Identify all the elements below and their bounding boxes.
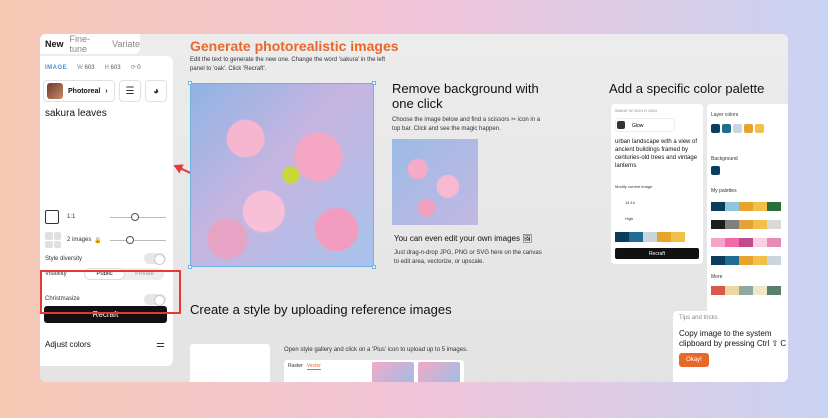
color-swatch[interactable] — [643, 232, 657, 242]
adjust-colors-label[interactable]: Adjust colors — [45, 340, 91, 349]
adjust-sliders-icon[interactable]: ⚌ — [156, 339, 165, 350]
edit-own-images-description: Just drag-n-drop JPG, PNG or SVG here on… — [394, 250, 542, 265]
color-swatch[interactable] — [657, 232, 671, 242]
aspect-ratio-label: 1:1 — [67, 214, 76, 220]
aspect-ratio-slider-knob[interactable] — [131, 213, 139, 221]
aspect-ratio-row[interactable]: 1:1 — [45, 210, 75, 224]
mini-meta: IMAGE W 1024 H 1024 — [615, 108, 657, 113]
more-palettes-label[interactable]: More — [711, 274, 722, 280]
tips-okay-button[interactable]: Okay! — [679, 353, 709, 367]
generated-image-sakura[interactable] — [188, 81, 376, 269]
palette-icon: ◕ — [152, 85, 160, 97]
image-count-label: 2 images — [67, 237, 92, 243]
my-palettes-label: My palettes — [711, 188, 737, 194]
tab-new[interactable]: New — [45, 39, 64, 49]
image-count-row[interactable]: 2 images 🔒 — [45, 232, 102, 248]
style-thumbnail — [47, 83, 63, 99]
height-value: 603 — [110, 64, 121, 71]
gallery-tab-vector[interactable]: Vector — [306, 363, 321, 370]
color-palette-panel: Layer colors Background My palettes More — [707, 104, 788, 314]
remove-bg-description: Choose the image below and find a scisso… — [392, 117, 541, 132]
mini-recraft-button[interactable]: Recraft — [615, 248, 699, 259]
background-swatch-row[interactable] — [711, 166, 720, 175]
color-swatch[interactable] — [722, 124, 731, 133]
tips-body: Copy image to the system clipboard by pr… — [679, 329, 787, 348]
width-field[interactable]: W 603 — [77, 65, 94, 71]
style-selector-button[interactable]: Photoreal › — [43, 80, 115, 102]
style-description: Open style gallery and click on a 'Plus'… — [284, 347, 468, 353]
grid-icon — [45, 232, 61, 248]
image-count-slider-knob[interactable] — [126, 236, 134, 244]
seed-field[interactable]: ⟳ 0 — [131, 64, 141, 71]
generate-description: Edit the text to generate the new one. C… — [190, 57, 386, 72]
sliders-icon: ☰ — [125, 85, 135, 97]
mode-tabs: New Fine-tune Variate — [40, 34, 140, 54]
mini-ratio-label: 14:10 — [625, 200, 636, 205]
color-swatch[interactable] — [755, 124, 764, 133]
lock-icon: 🔒 — [94, 237, 102, 244]
image-upload-icon: 🖼 — [522, 234, 533, 243]
background-swatch[interactable] — [711, 166, 720, 175]
resize-handle[interactable] — [372, 265, 376, 269]
chevron-right-icon: › — [105, 87, 108, 95]
mini-quality-label: High — [625, 216, 634, 221]
height-label: H — [104, 64, 109, 71]
image-meta-row: IMAGE W 603 H 603 ⟳ 0 — [45, 64, 141, 72]
palette-row[interactable] — [711, 220, 781, 229]
prompt-input[interactable]: sakura leaves — [45, 108, 107, 119]
palette-row[interactable] — [711, 286, 781, 295]
mini-style-name[interactable]: Glow — [615, 118, 675, 132]
resize-handle[interactable] — [188, 81, 192, 85]
edit-own-images-title: You can even edit your own images 🖼 — [394, 234, 533, 243]
height-field[interactable]: H 603 — [105, 65, 121, 71]
palette-button[interactable]: ◕ — [145, 80, 167, 102]
mini-settings-panel: IMAGE W 1024 H 1024 Glow urban landscape… — [611, 104, 703, 264]
layer-color-swatches[interactable] — [711, 124, 764, 133]
image-type-label[interactable]: IMAGE — [45, 65, 67, 71]
gallery-tabs: Raster Vector — [288, 363, 321, 370]
palette-row[interactable] — [711, 256, 781, 265]
style-diversity-toggle[interactable] — [144, 253, 166, 265]
style-gallery: Raster Vector — [284, 360, 464, 382]
gallery-image[interactable] — [418, 362, 460, 382]
seed-value: 0 — [137, 65, 141, 71]
style-diversity-label: Style diversity — [45, 256, 83, 262]
app-window: New Fine-tune Variate IMAGE W 603 H 603 … — [40, 34, 788, 382]
tab-fine-tune[interactable]: Fine-tune — [70, 34, 107, 54]
layer-colors-label: Layer colors — [711, 112, 739, 118]
width-label: W — [77, 64, 83, 71]
palette-title: Add a specific color palette — [609, 81, 765, 96]
resize-handle[interactable] — [188, 265, 192, 269]
color-swatch[interactable] — [744, 124, 753, 133]
style-title: Create a style by uploading reference im… — [190, 302, 452, 317]
tips-header: Tips and tricks — [679, 315, 718, 321]
remove-bg-title: Remove background with one click — [392, 81, 539, 111]
generate-title: Generate photorealistic images — [190, 38, 399, 54]
color-swatch[interactable] — [629, 232, 643, 242]
image-count-slider[interactable] — [110, 240, 166, 241]
width-value: 603 — [84, 64, 95, 71]
style-name: Photoreal — [68, 87, 101, 95]
palette-row[interactable] — [711, 238, 781, 247]
mini-style-panel — [190, 344, 270, 382]
aspect-ratio-icon — [45, 210, 59, 224]
settings-sliders-button[interactable]: ☰ — [119, 80, 141, 102]
mini-color-swatches[interactable] — [615, 232, 685, 242]
color-swatch[interactable] — [733, 124, 742, 133]
tab-variate[interactable]: Variate — [112, 39, 140, 49]
mini-prompt[interactable]: urban landscape with a view of ancient b… — [615, 138, 699, 170]
mini-modify-label: Modify current image — [615, 184, 653, 189]
color-swatch[interactable] — [711, 124, 720, 133]
resize-handle[interactable] — [372, 81, 376, 85]
tips-card: Tips and tricks Copy image to the system… — [673, 311, 788, 382]
left-panel: IMAGE W 603 H 603 ⟳ 0 Photoreal › ☰ ◕ sa… — [40, 56, 173, 366]
gallery-image[interactable] — [372, 362, 414, 382]
gallery-tab-raster[interactable]: Raster — [288, 363, 303, 370]
color-swatch[interactable] — [671, 232, 685, 242]
sample-image-sakura[interactable] — [392, 139, 478, 225]
color-swatch[interactable] — [615, 232, 629, 242]
palette-row[interactable] — [711, 202, 781, 211]
highlight-box — [40, 270, 181, 314]
background-label: Background — [711, 156, 738, 162]
